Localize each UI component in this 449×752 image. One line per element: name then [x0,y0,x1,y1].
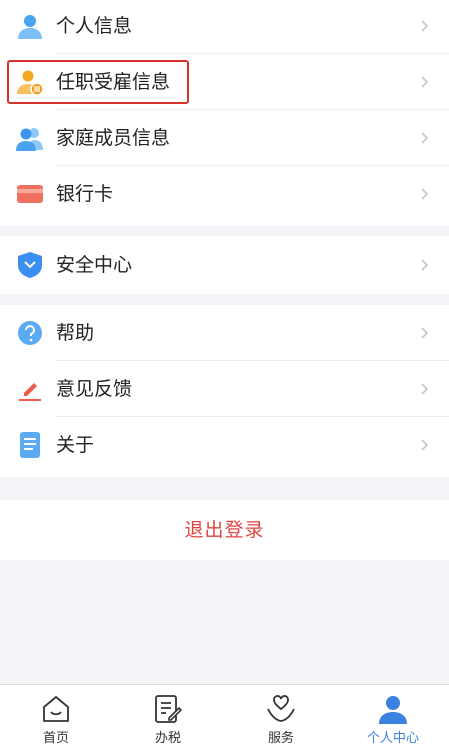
highlight-box [7,60,189,104]
menu-item-bank-card[interactable]: 银行卡 [0,166,449,222]
chevron-right-icon [421,259,429,271]
menu-group-support: 帮助 意见反馈 关于 [0,305,449,477]
bank-card-icon [17,185,43,203]
chevron-right-icon [421,20,429,32]
menu-item-feedback[interactable]: 意见反馈 [0,361,449,417]
about-document-icon [20,432,40,458]
chevron-right-icon [421,383,429,395]
tab-label: 服务 [267,731,294,746]
shield-icon [18,252,42,278]
logout-label: 退出登录 [184,519,265,541]
menu-item-label: 关于 [56,434,95,456]
menu-item-security-center[interactable]: 安全中心 [0,237,449,293]
tab-home[interactable]: 首页 [0,685,112,752]
tax-edit-icon [155,695,183,723]
menu-item-label: 意见反馈 [56,378,133,400]
menu-item-about[interactable]: 关于 [0,417,449,473]
menu-item-label: 家庭成员信息 [56,127,171,149]
menu-item-personal-info[interactable]: 个人信息 [0,0,449,54]
profile-icon [379,696,407,724]
menu-item-label: 个人信息 [56,15,133,37]
feedback-pen-icon [19,383,41,401]
tab-label: 办税 [154,731,181,746]
chevron-right-icon [421,327,429,339]
bottom-tab-bar: 首页 办税 服务 个人中心 [0,684,449,752]
logout-button[interactable]: 退出登录 [0,500,449,560]
menu-item-family-info[interactable]: 家庭成员信息 [0,110,449,166]
service-heart-icon [267,695,295,722]
menu-group-personal: 个人信息 任职受雇信息 家庭成员信息 银行卡 [0,0,449,226]
home-icon [43,696,69,722]
menu-group-security: 安全中心 [0,236,449,294]
menu-item-label: 银行卡 [56,183,114,205]
menu-item-label: 安全中心 [56,254,133,276]
menu-item-employment-info[interactable]: 任职受雇信息 [0,54,449,110]
help-icon [18,321,42,345]
tab-label: 个人中心 [366,731,419,746]
tab-profile[interactable]: 个人中心 [337,685,449,752]
tab-label: 首页 [42,731,69,746]
person-icon [18,15,42,39]
menu-item-help[interactable]: 帮助 [0,305,449,361]
chevron-right-icon [421,132,429,144]
menu-item-label: 帮助 [56,322,95,344]
tab-tax[interactable]: 办税 [112,685,224,752]
family-icon [16,128,43,151]
chevron-right-icon [421,439,429,451]
tab-service[interactable]: 服务 [225,685,337,752]
chevron-right-icon [421,76,429,88]
chevron-right-icon [421,188,429,200]
